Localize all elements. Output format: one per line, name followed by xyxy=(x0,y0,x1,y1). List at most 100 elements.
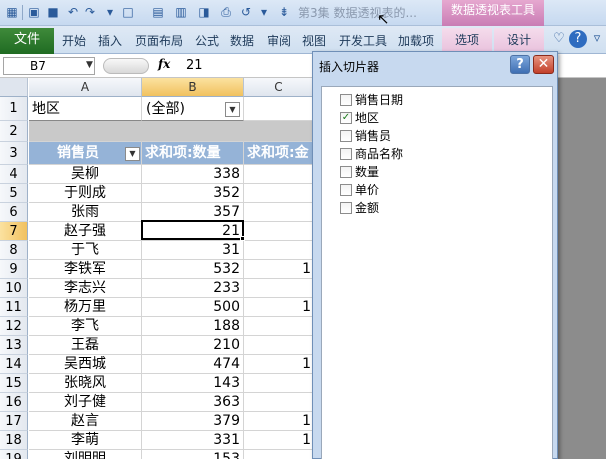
amount-cell[interactable] xyxy=(244,450,314,459)
row-header[interactable]: 2 xyxy=(0,121,28,142)
customize-dropdown-icon[interactable]: ▾ xyxy=(256,4,272,20)
amount-cell[interactable]: 1 xyxy=(244,431,314,450)
checkbox-icon[interactable] xyxy=(340,183,352,196)
salesperson-cell[interactable]: 李志兴 xyxy=(29,279,142,298)
column-header-c[interactable]: C xyxy=(244,78,314,97)
quantity-cell[interactable]: 188 xyxy=(142,317,244,336)
slicer-field-item[interactable]: ✓ 地区 xyxy=(340,109,379,125)
tab-view[interactable]: 视图 xyxy=(302,32,326,49)
save-icon[interactable]: ■ xyxy=(45,4,61,20)
slicer-field-item[interactable]: 商品名称 xyxy=(340,145,403,161)
name-box-dropdown-icon[interactable]: ▼ xyxy=(86,60,93,70)
quantity-cell[interactable]: 363 xyxy=(142,393,244,412)
quantity-cell[interactable]: 331 xyxy=(142,431,244,450)
app-icon[interactable]: ▣ xyxy=(26,4,42,20)
salesperson-cell[interactable]: 于则成 xyxy=(29,184,142,203)
checkbox-icon[interactable] xyxy=(340,129,352,142)
salesperson-cell[interactable]: 吴西城 xyxy=(29,355,142,374)
salesperson-cell[interactable]: 刘明明 xyxy=(29,450,142,459)
salesperson-cell[interactable]: 李萌 xyxy=(29,431,142,450)
ribbon-options-icon[interactable]: ▿ xyxy=(588,30,606,48)
tab-data[interactable]: 数据 xyxy=(230,32,254,49)
print-preview-icon[interactable]: ⎙ xyxy=(218,4,234,20)
chart-icon[interactable]: ◨ xyxy=(196,4,212,20)
row-header[interactable]: 6 xyxy=(0,203,28,222)
amount-cell[interactable] xyxy=(244,241,314,260)
dropdown-arrow-icon[interactable]: ▾ xyxy=(102,4,118,20)
quantity-cell[interactable]: 210 xyxy=(142,336,244,355)
row-header[interactable]: 10 xyxy=(0,279,28,298)
quantity-cell[interactable]: 233 xyxy=(142,279,244,298)
slicer-field-item[interactable]: 销售员 xyxy=(340,127,391,143)
quantity-cell[interactable]: 379 xyxy=(142,412,244,431)
row-header[interactable]: 9 xyxy=(0,260,28,279)
slicer-field-item[interactable]: 单价 xyxy=(340,181,379,197)
tab-developer[interactable]: 开发工具 xyxy=(339,32,387,49)
dialog-close-button[interactable]: ✕ xyxy=(533,55,554,74)
quantity-cell[interactable]: 474 xyxy=(142,355,244,374)
amount-cell[interactable]: 1 xyxy=(244,412,314,431)
name-box[interactable]: B7 xyxy=(3,57,95,75)
quantity-cell[interactable]: 500 xyxy=(142,298,244,317)
tab-home[interactable]: 开始 xyxy=(62,32,86,49)
amount-cell[interactable] xyxy=(244,165,314,184)
row-header[interactable]: 17 xyxy=(0,412,28,431)
redo-icon[interactable]: ↷ xyxy=(82,4,98,20)
salesperson-cell[interactable]: 赵子强 xyxy=(29,222,142,241)
column-header-b[interactable]: B xyxy=(142,78,244,97)
page-filter-dropdown-icon[interactable]: ▼ xyxy=(225,102,240,117)
row-header[interactable]: 18 xyxy=(0,431,28,450)
amount-cell[interactable] xyxy=(244,203,314,222)
row-header[interactable]: 14 xyxy=(0,355,28,374)
salesperson-cell[interactable]: 吴柳 xyxy=(29,165,142,184)
amount-cell[interactable] xyxy=(244,336,314,355)
salesperson-cell[interactable]: 李飞 xyxy=(29,317,142,336)
quantity-cell[interactable]: 143 xyxy=(142,374,244,393)
quantity-cell[interactable]: 352 xyxy=(142,184,244,203)
cell[interactable] xyxy=(244,121,314,142)
amount-cell[interactable] xyxy=(244,184,314,203)
row-header[interactable]: 7 xyxy=(0,222,28,241)
row-header[interactable]: 19 xyxy=(0,450,28,459)
dialog-help-button[interactable]: ? xyxy=(510,55,530,74)
tab-insert[interactable]: 插入 xyxy=(98,32,122,49)
row-header[interactable]: 8 xyxy=(0,241,28,260)
quantity-cell[interactable]: 338 xyxy=(142,165,244,184)
tab-file[interactable]: 文件 xyxy=(0,28,54,54)
excel-app-icon[interactable]: ▦ xyxy=(4,4,20,20)
row-header[interactable]: 15 xyxy=(0,374,28,393)
row-header[interactable]: 16 xyxy=(0,393,28,412)
cell[interactable] xyxy=(244,97,314,121)
undo-icon[interactable]: ↶ xyxy=(65,4,81,20)
amount-cell[interactable] xyxy=(244,222,314,241)
salesperson-cell[interactable]: 于飞 xyxy=(29,241,142,260)
salesperson-cell[interactable]: 张雨 xyxy=(29,203,142,222)
checkbox-icon[interactable] xyxy=(340,165,352,178)
page-filter-label[interactable]: 地区 xyxy=(29,97,142,121)
salesperson-cell[interactable]: 赵言 xyxy=(29,412,142,431)
checkbox-icon[interactable] xyxy=(340,93,352,106)
salesperson-cell[interactable]: 张晓风 xyxy=(29,374,142,393)
amount-cell[interactable] xyxy=(244,393,314,412)
customize-toolbar-icon[interactable]: ⇟ xyxy=(276,4,292,20)
quantity-cell[interactable]: 31 xyxy=(142,241,244,260)
tab-add-ins[interactable]: 加载项 xyxy=(398,32,434,49)
table-icon[interactable]: ▥ xyxy=(173,4,189,20)
checked-checkbox-icon[interactable]: ✓ xyxy=(340,111,352,124)
amount-cell[interactable]: 1 xyxy=(244,355,314,374)
tab-page-layout[interactable]: 页面布局 xyxy=(135,32,183,49)
slicer-field-item[interactable]: 金额 xyxy=(340,199,379,215)
row-header[interactable]: 3 xyxy=(0,142,28,165)
salesperson-cell[interactable]: 王磊 xyxy=(29,336,142,355)
amount-cell[interactable] xyxy=(244,374,314,393)
row-header[interactable]: 4 xyxy=(0,165,28,184)
row-header[interactable]: 1 xyxy=(0,97,28,121)
minimize-ribbon-icon[interactable]: ♡ xyxy=(550,30,568,48)
open-icon[interactable]: ▤ xyxy=(150,4,166,20)
row-header[interactable]: 11 xyxy=(0,298,28,317)
pivot-header-amount[interactable]: 求和项:金 xyxy=(244,142,314,165)
column-header-a[interactable]: A xyxy=(29,78,142,97)
salesperson-cell[interactable]: 刘子健 xyxy=(29,393,142,412)
amount-cell[interactable] xyxy=(244,279,314,298)
row-label-filter-icon[interactable]: ▼ xyxy=(125,147,140,161)
